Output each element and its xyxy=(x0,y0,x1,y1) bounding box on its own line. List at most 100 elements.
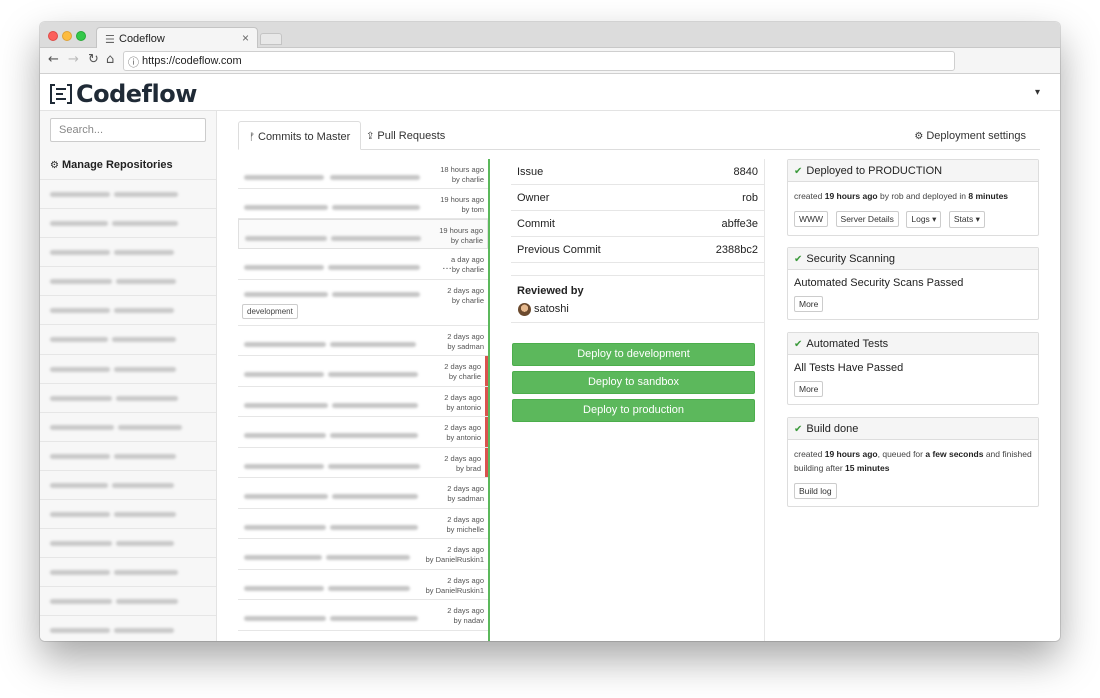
previous-commit-row: Previous Commit 2388bc2 xyxy=(511,237,764,263)
commit-meta: 2 days ago by antonio xyxy=(444,423,481,442)
commit-row[interactable]: 2 days ago by sadman xyxy=(238,478,488,509)
commit-meta: 2 days ago by nadav xyxy=(447,606,484,625)
commit-meta: 2 days ago by charlie xyxy=(444,362,481,381)
gears-icon: ⚙ xyxy=(50,160,59,171)
tab-pull-requests-label: Pull Requests xyxy=(377,130,446,142)
browser-tab[interactable]: ☰ Codeflow × xyxy=(96,27,258,49)
user-menu-caret-icon[interactable]: ▾ xyxy=(1035,87,1040,98)
commit-row[interactable]: 2 days ago by michelle xyxy=(238,509,488,539)
owner-value: rob xyxy=(742,192,758,204)
commit-row[interactable]: 2 days ago by brad xyxy=(238,448,488,478)
home-icon[interactable]: ⌂ xyxy=(106,52,114,67)
commit-row[interactable]: 2 days ago by DanielRuskin1 xyxy=(238,539,488,570)
build-summary: created 19 hours ago, queued for a few s… xyxy=(794,449,1032,473)
commit-row[interactable]: 2 days ago by DanielRuskin1 xyxy=(238,570,488,600)
stats-dropdown[interactable]: Stats ▾ xyxy=(948,211,985,228)
repository-item[interactable] xyxy=(40,615,216,641)
new-tab-button[interactable] xyxy=(260,33,282,45)
close-window-button[interactable] xyxy=(48,31,58,41)
commit-meta: 2 days ago by DanielRuskin1 xyxy=(425,545,484,564)
repository-item[interactable] xyxy=(40,411,216,441)
repository-item[interactable] xyxy=(40,586,216,615)
commit-row[interactable]: 19 hours ago by tom xyxy=(238,189,488,219)
commit-row-detail: Commit abffe3e xyxy=(511,211,764,237)
logs-dropdown[interactable]: Logs ▾ xyxy=(906,211,942,228)
commit-row[interactable]: 2 days ago by nadav xyxy=(238,600,488,631)
repository-item[interactable] xyxy=(40,179,216,208)
reviewer-name: satoshi xyxy=(534,303,569,315)
security-status-text: Automated Security Scans Passed xyxy=(794,277,964,289)
check-icon: ✔ xyxy=(794,166,803,177)
commit-meta: 19 hours ago by charlie xyxy=(439,226,483,245)
panel-header: ✔ Deployed to PRODUCTION xyxy=(788,160,1038,182)
issue-value: 8840 xyxy=(733,166,758,178)
owner-row: Owner rob xyxy=(511,185,764,211)
commit-row[interactable]: 2 days ago by antonio xyxy=(238,417,488,448)
tab-pull-requests[interactable]: ⇪ Pull Requests xyxy=(356,121,455,150)
tab-commits-label: Commits to Master xyxy=(258,131,351,143)
gear-icon: ⚙ xyxy=(914,131,924,142)
info-icon[interactable]: ⓘ xyxy=(128,54,139,70)
commit-row-selected[interactable]: 19 hours ago by charlie xyxy=(238,219,488,249)
repository-item[interactable] xyxy=(40,208,216,237)
deployment-settings-link[interactable]: ⚙ Deployment settings xyxy=(914,130,1026,142)
panel-body: All Tests Have Passed More xyxy=(788,355,1038,404)
commit-row[interactable]: 18 hours ago by charlie xyxy=(238,159,488,189)
repository-item[interactable] xyxy=(40,469,216,499)
search-input[interactable] xyxy=(50,118,206,142)
commit-row[interactable]: 2 days ago by sadman xyxy=(238,326,488,356)
repository-item[interactable] xyxy=(40,499,216,528)
commit-meta: 2 days ago by michelle xyxy=(446,515,484,534)
favicon-icon: ☰ xyxy=(105,33,115,46)
deployment-settings-label: Deployment settings xyxy=(926,130,1026,142)
deployed-production-panel: ✔ Deployed to PRODUCTION created 19 hours… xyxy=(787,159,1039,236)
repository-item[interactable] xyxy=(40,237,216,266)
panel-body: Automated Security Scans Passed More xyxy=(788,270,1038,319)
repository-item[interactable] xyxy=(40,353,216,383)
repository-item[interactable] xyxy=(40,382,216,412)
www-button[interactable]: WWW xyxy=(794,211,829,227)
tab-close-icon[interactable]: × xyxy=(242,31,249,45)
build-done-panel: ✔ Build done created 19 hours ago, queued… xyxy=(787,417,1039,507)
reviewed-by-label: Reviewed by xyxy=(517,285,584,297)
tab-commits-to-master[interactable]: ᚠ Commits to Master xyxy=(238,121,362,150)
branch-tag: development xyxy=(242,304,298,319)
back-arrow-icon[interactable]: ← xyxy=(48,52,59,67)
more-button[interactable]: More xyxy=(794,296,824,312)
url-field[interactable]: ⓘ https://codeflow.com xyxy=(123,51,955,71)
repository-item[interactable] xyxy=(40,440,216,470)
commit-meta: 2 days ago by antonio xyxy=(444,393,481,412)
repository-list xyxy=(40,179,216,641)
panel-title: Deployed to PRODUCTION xyxy=(806,165,943,177)
commit-meta: 2 days ago by brad xyxy=(444,454,481,473)
repository-item[interactable] xyxy=(40,266,216,295)
issue-label: Issue xyxy=(517,166,544,178)
maximize-window-button[interactable] xyxy=(76,31,86,41)
previous-commit-value: 2388bc2 xyxy=(715,244,758,256)
build-log-button[interactable]: Build log xyxy=(794,483,837,499)
repository-item[interactable] xyxy=(40,557,216,586)
panel-title: Security Scanning xyxy=(806,253,896,265)
automated-tests-panel: ✔ Automated Tests All Tests Have Passed M… xyxy=(787,332,1039,405)
reload-icon[interactable]: ↻ xyxy=(88,52,99,67)
server-details-button[interactable]: Server Details xyxy=(835,211,899,227)
commit-row[interactable]: 2 days ago by charlie xyxy=(238,356,488,387)
commit-row[interactable]: development 2 days ago by charlie xyxy=(238,280,488,326)
commit-meta: a day ago by charlie xyxy=(451,255,484,274)
panel-header: ✔ Automated Tests xyxy=(788,333,1038,355)
browser-tab-title: Codeflow xyxy=(119,33,165,45)
deploy-to-sandbox-button[interactable]: Deploy to sandbox xyxy=(512,371,755,394)
manage-repositories-link[interactable]: ⚙ Manage Repositories xyxy=(50,159,173,171)
repository-item[interactable] xyxy=(40,295,216,324)
repository-item[interactable] xyxy=(40,528,216,557)
forward-arrow-icon[interactable]: → xyxy=(68,52,79,67)
more-button[interactable]: More xyxy=(794,381,824,397)
minimize-window-button[interactable] xyxy=(62,31,72,41)
deploy-to-production-button[interactable]: Deploy to production xyxy=(512,399,755,422)
tab-bar: ᚠ Commits to Master ⇪ Pull Requests ⚙ Deplo… xyxy=(238,121,1040,150)
commit-row[interactable]: … a day ago by charlie xyxy=(238,249,488,280)
repository-item[interactable] xyxy=(40,324,216,353)
commit-row[interactable]: 2 days ago by antonio xyxy=(238,387,488,417)
tests-status-text: All Tests Have Passed xyxy=(794,362,904,374)
deploy-to-development-button[interactable]: Deploy to development xyxy=(512,343,755,366)
